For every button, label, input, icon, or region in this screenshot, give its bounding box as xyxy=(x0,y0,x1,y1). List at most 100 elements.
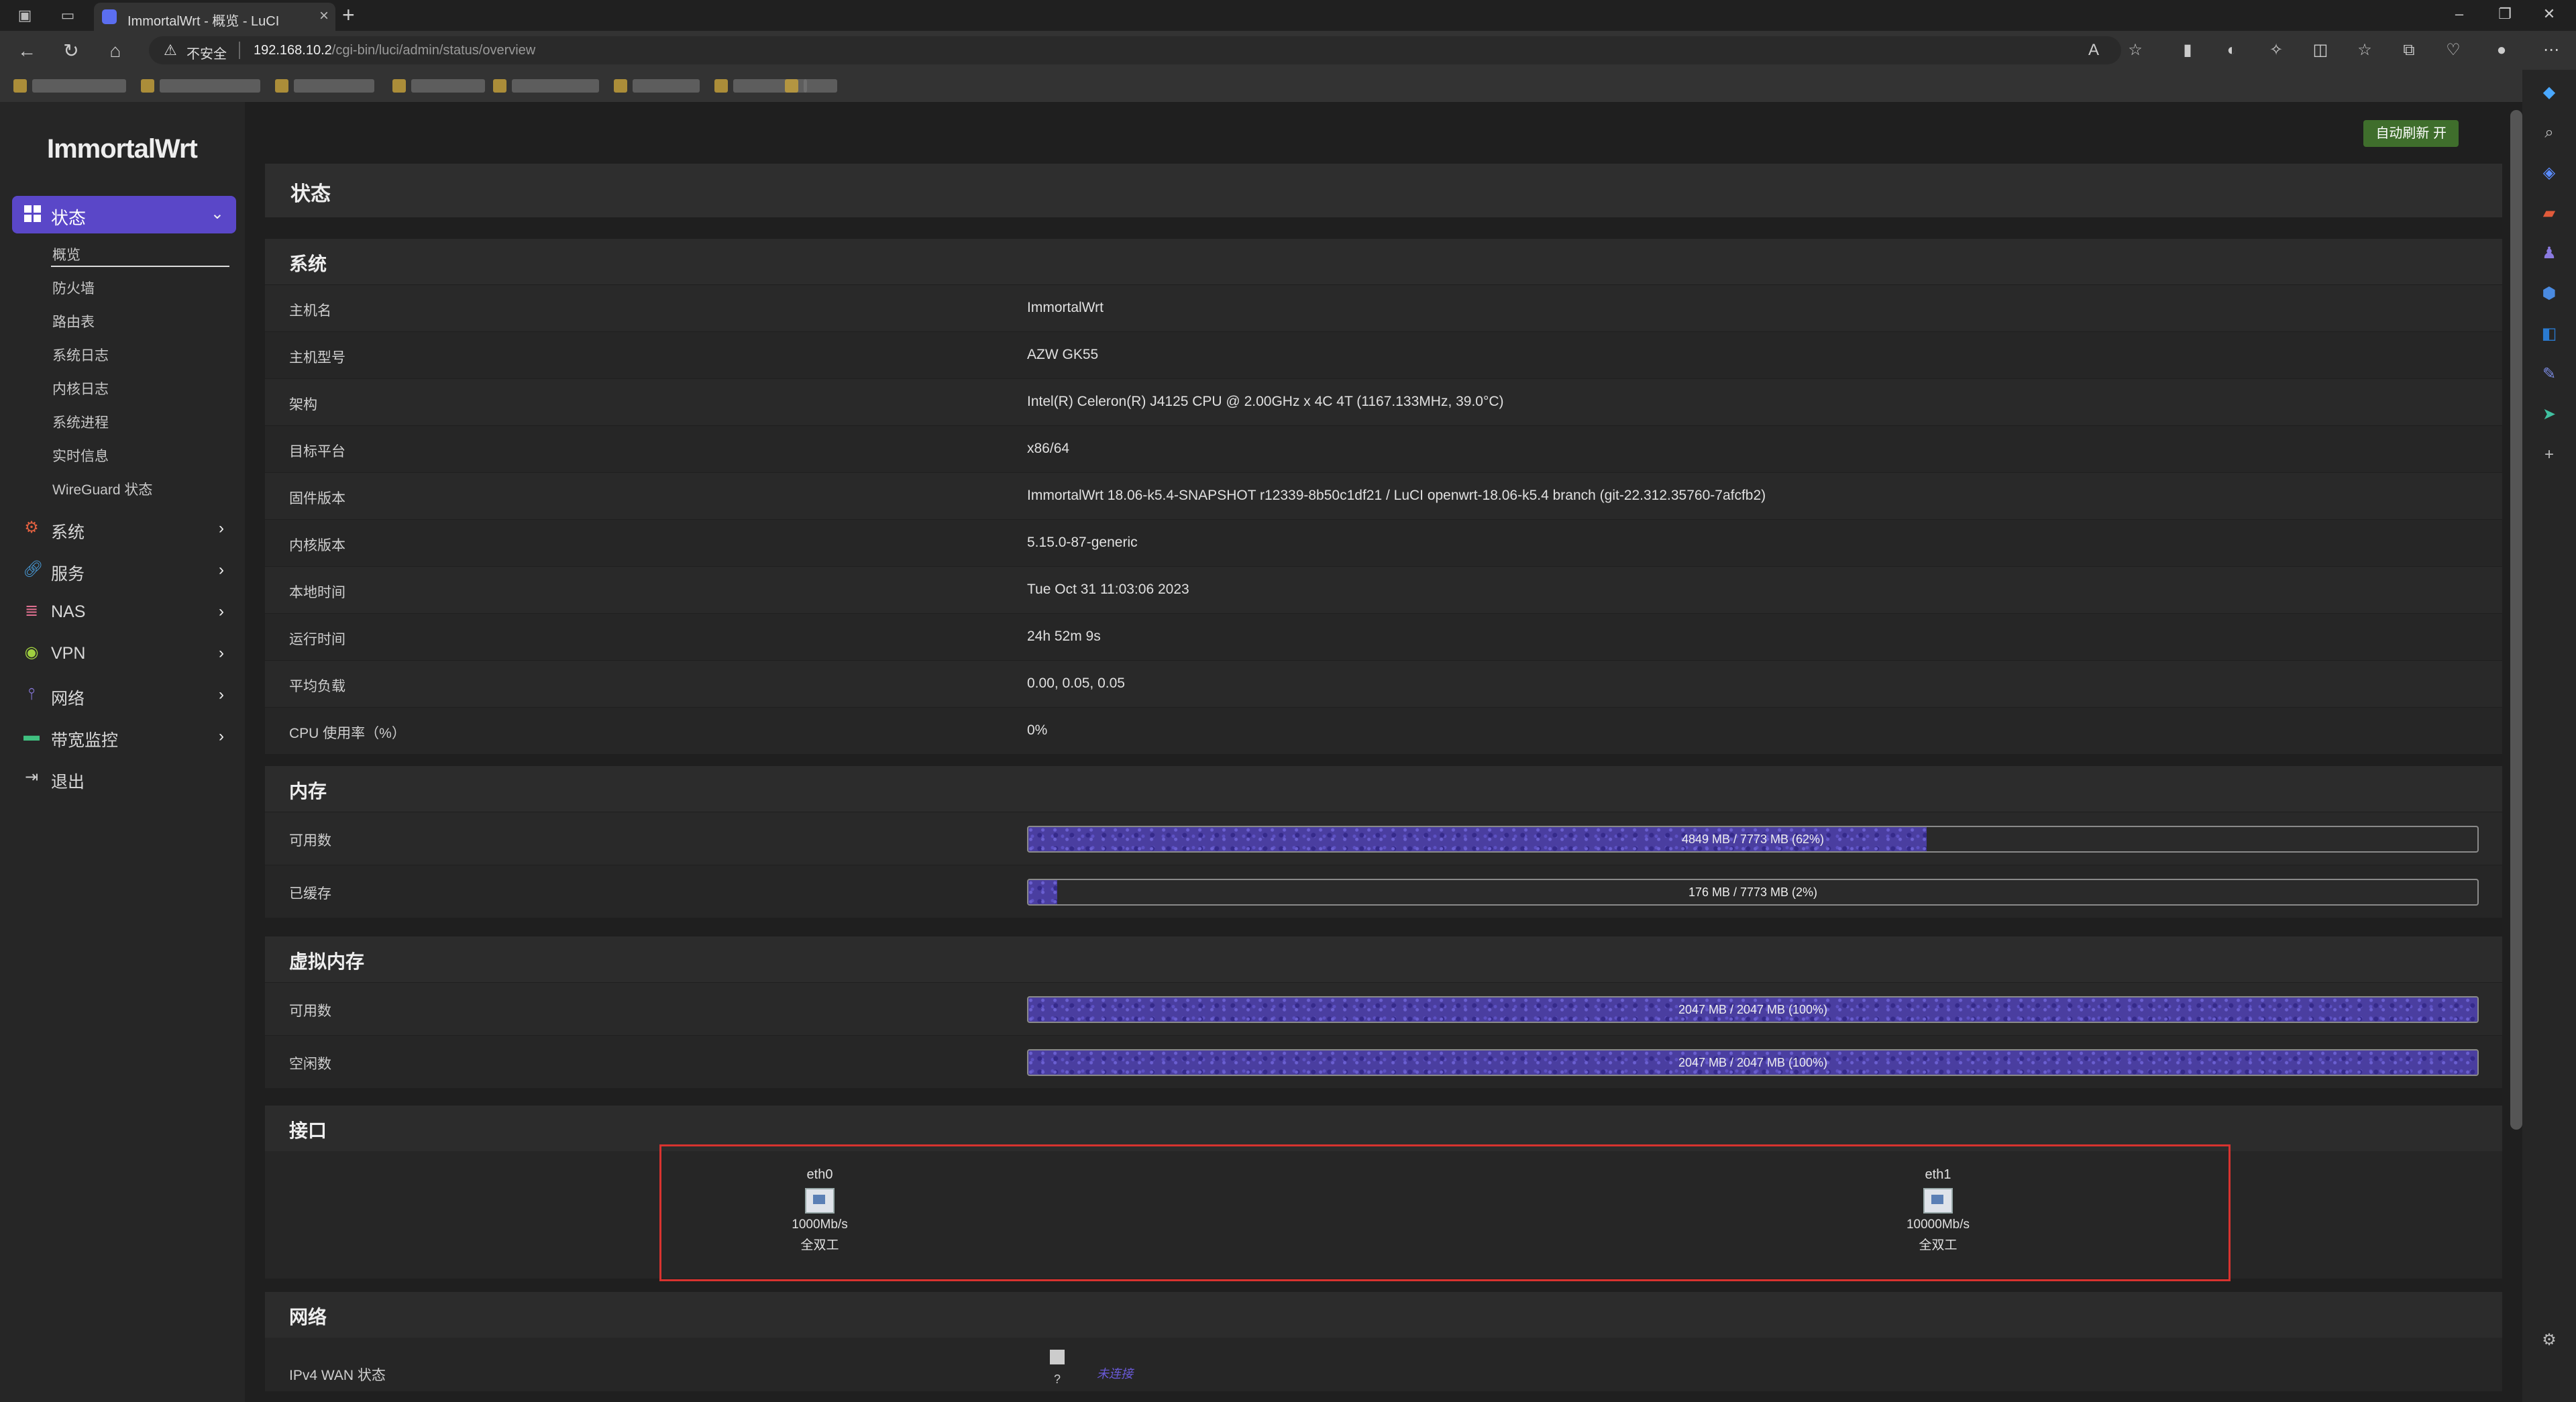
add-icon[interactable]: + xyxy=(2538,444,2560,466)
bookmark-item[interactable] xyxy=(804,79,837,93)
bookmark-item[interactable] xyxy=(512,79,599,93)
close-window-icon[interactable]: ✕ xyxy=(2536,5,2563,23)
sidebar-item-label: 网络 xyxy=(51,690,85,708)
bookmark-favicon[interactable] xyxy=(392,79,406,93)
row-label: 固件版本 xyxy=(289,491,345,506)
restore-icon[interactable]: ❐ xyxy=(2491,5,2518,23)
send-icon[interactable]: ➤ xyxy=(2538,404,2560,425)
table-row: 可用数 4849 MB / 7773 MB (62%) xyxy=(265,812,2502,865)
favorite-star-icon[interactable]: ☆ xyxy=(2124,39,2147,62)
people-icon[interactable]: ♟ xyxy=(2538,243,2560,264)
submenu-kernel-log[interactable]: 内核日志 xyxy=(52,378,109,398)
main-content: 自动刷新 开 状态 系统 主机名 ImmortalWrt 主机型号 AZW GK55… xyxy=(245,102,2522,1402)
auto-refresh-button[interactable]: 自动刷新 开 xyxy=(2363,120,2459,147)
more-menu-icon[interactable]: ⋯ xyxy=(2540,39,2563,62)
outlook-icon[interactable]: ◧ xyxy=(2538,323,2560,345)
bookmark-favicon[interactable] xyxy=(275,79,288,93)
close-tab-icon[interactable]: × xyxy=(319,7,329,25)
bookmark-item[interactable] xyxy=(633,79,700,93)
sidebar-item-services[interactable]: 🔗︎ 服务 › xyxy=(12,553,236,588)
bookmark-favicon[interactable] xyxy=(785,79,798,93)
extension-icon[interactable]: ▮ xyxy=(2176,39,2199,62)
profile-avatar-icon[interactable]: ● xyxy=(2490,39,2513,62)
bookmark-item[interactable] xyxy=(294,79,374,93)
highlight-box xyxy=(659,1144,2231,1281)
bookmark-item[interactable] xyxy=(411,79,485,93)
copilot-icon[interactable]: ◆ xyxy=(2538,82,2560,103)
swap-section: 虚拟内存 可用数 2047 MB / 2047 MB (100%) 空闲数 20… xyxy=(265,936,2502,1088)
warning-icon: ⚠ xyxy=(164,42,177,58)
bookmark-favicon[interactable] xyxy=(493,79,506,93)
submenu-firewall[interactable]: 防火墙 xyxy=(52,278,95,298)
tag-icon[interactable]: ◈ xyxy=(2538,162,2560,184)
gear-icon: ⚙ xyxy=(24,519,39,537)
read-aloud-icon[interactable]: A xyxy=(2082,39,2105,62)
bookmark-item[interactable] xyxy=(32,79,126,93)
sidebar-item-vpn[interactable]: ◉ VPN › xyxy=(12,636,236,671)
submenu-wireguard[interactable]: WireGuard 状态 xyxy=(52,479,152,499)
browser-essentials-icon[interactable]: ♡ xyxy=(2442,39,2465,62)
workspaces-icon[interactable]: ▣ xyxy=(15,5,35,25)
new-tab-icon[interactable]: + xyxy=(342,3,355,28)
row-label: 本地时间 xyxy=(289,585,345,600)
port-speed: 10000Mb/s xyxy=(1906,1218,1970,1232)
row-value: Tue Oct 31 11:03:06 2023 xyxy=(1027,582,1189,597)
split-screen-icon[interactable]: ◫ xyxy=(2309,39,2332,62)
active-underline xyxy=(51,266,229,267)
browser-sidebar: ◆ ⌕ ◈ ▰ ♟ ⬢ ◧ ✎ ➤ + ⚙ xyxy=(2522,70,2576,1402)
section-header: 虚拟内存 xyxy=(265,936,2502,982)
sidebar-item-label: 系统 xyxy=(51,523,85,542)
bookmark-favicon[interactable] xyxy=(141,79,154,93)
extensions-icon[interactable]: ✧ xyxy=(2265,39,2288,62)
table-row: 内核版本 5.15.0-87-generic xyxy=(265,519,2502,566)
url-separator xyxy=(239,42,240,59)
port-name: eth0 xyxy=(806,1167,833,1182)
edit-icon[interactable]: ✎ xyxy=(2538,364,2560,385)
search-icon[interactable]: ⌕ xyxy=(2538,122,2560,144)
logout-icon: ⇥ xyxy=(24,768,39,786)
browser-tab-bar: ▣ ▭ ImmortalWrt - 概览 - LuCI × + – ❐ ✕ xyxy=(0,0,2576,31)
collections-icon[interactable]: ⧉ xyxy=(2398,39,2420,62)
bookmark-favicon[interactable] xyxy=(614,79,627,93)
sidebar-item-bandwidth[interactable]: ▬ 带宽监控 › xyxy=(12,719,236,754)
tab-title: ImmortalWrt - 概览 - LuCI xyxy=(127,14,280,29)
chevron-right-icon: › xyxy=(219,519,224,537)
back-icon[interactable]: ← xyxy=(15,39,39,63)
row-label: 内核版本 xyxy=(289,538,345,553)
minimize-icon[interactable]: – xyxy=(2446,5,2473,23)
address-bar[interactable]: ⚠ 不安全 192.168.10.2/cgi-bin/luci/admin/st… xyxy=(149,36,2121,64)
favorites-icon[interactable]: ☆ xyxy=(2353,39,2376,62)
submenu-processes[interactable]: 系统进程 xyxy=(52,412,109,432)
sidebar-item-nas[interactable]: ≣ NAS › xyxy=(12,594,236,629)
refresh-icon[interactable]: ↻ xyxy=(59,39,83,63)
extension-2-icon[interactable]: ◐ xyxy=(2220,39,2243,62)
bookmark-item[interactable] xyxy=(160,79,260,93)
url-text: 192.168.10.2/cgi-bin/luci/admin/status/o… xyxy=(254,43,535,58)
toolbox-icon[interactable]: ▰ xyxy=(2538,203,2560,224)
submenu-syslog[interactable]: 系统日志 xyxy=(52,345,109,365)
scrollbar[interactable] xyxy=(2510,110,2522,1130)
sidebar-item-status[interactable]: 状态 ⌄ xyxy=(12,196,236,233)
port-eth1: eth1 10000Mb/s 全双工 xyxy=(1891,1167,1985,1253)
submenu-realtime[interactable]: 实时信息 xyxy=(52,445,109,466)
submenu-overview[interactable]: 概览 xyxy=(52,244,80,264)
row-value: ImmortalWrt xyxy=(1027,300,1104,315)
favicon-icon xyxy=(102,9,117,24)
bookmark-favicon[interactable] xyxy=(714,79,728,93)
port-duplex: 全双工 xyxy=(1919,1238,1957,1252)
m365-icon[interactable]: ⬢ xyxy=(2538,283,2560,305)
settings-gear-icon[interactable]: ⚙ xyxy=(2538,1330,2560,1351)
sidebar: ImmortalWrt 状态 ⌄ 概览 防火墙 路由表 系统日志 内核日志 系统… xyxy=(0,102,245,1402)
swap-table: 可用数 2047 MB / 2047 MB (100%) 空闲数 2047 MB… xyxy=(265,982,2502,1088)
submenu-routes[interactable]: 路由表 xyxy=(52,311,95,331)
sidebar-item-system[interactable]: ⚙ 系统 › xyxy=(12,511,236,546)
browser-tab[interactable]: ImmortalWrt - 概览 - LuCI × xyxy=(94,3,335,31)
bookmark-favicon[interactable] xyxy=(13,79,27,93)
sidebar-item-network[interactable]: ⫯ 网络 › xyxy=(12,678,236,712)
luci-page: ImmortalWrt 状态 ⌄ 概览 防火墙 路由表 系统日志 内核日志 系统… xyxy=(0,102,2522,1402)
tab-actions-icon[interactable]: ▭ xyxy=(58,5,78,25)
table-row: 主机名 ImmortalWrt xyxy=(265,284,2502,331)
home-icon[interactable]: ⌂ xyxy=(103,39,127,63)
sidebar-item-logout[interactable]: ⇥ 退出 xyxy=(12,761,236,796)
address-toolbar: ← ↻ ⌂ ⚠ 不安全 192.168.10.2/cgi-bin/luci/ad… xyxy=(0,31,2576,70)
